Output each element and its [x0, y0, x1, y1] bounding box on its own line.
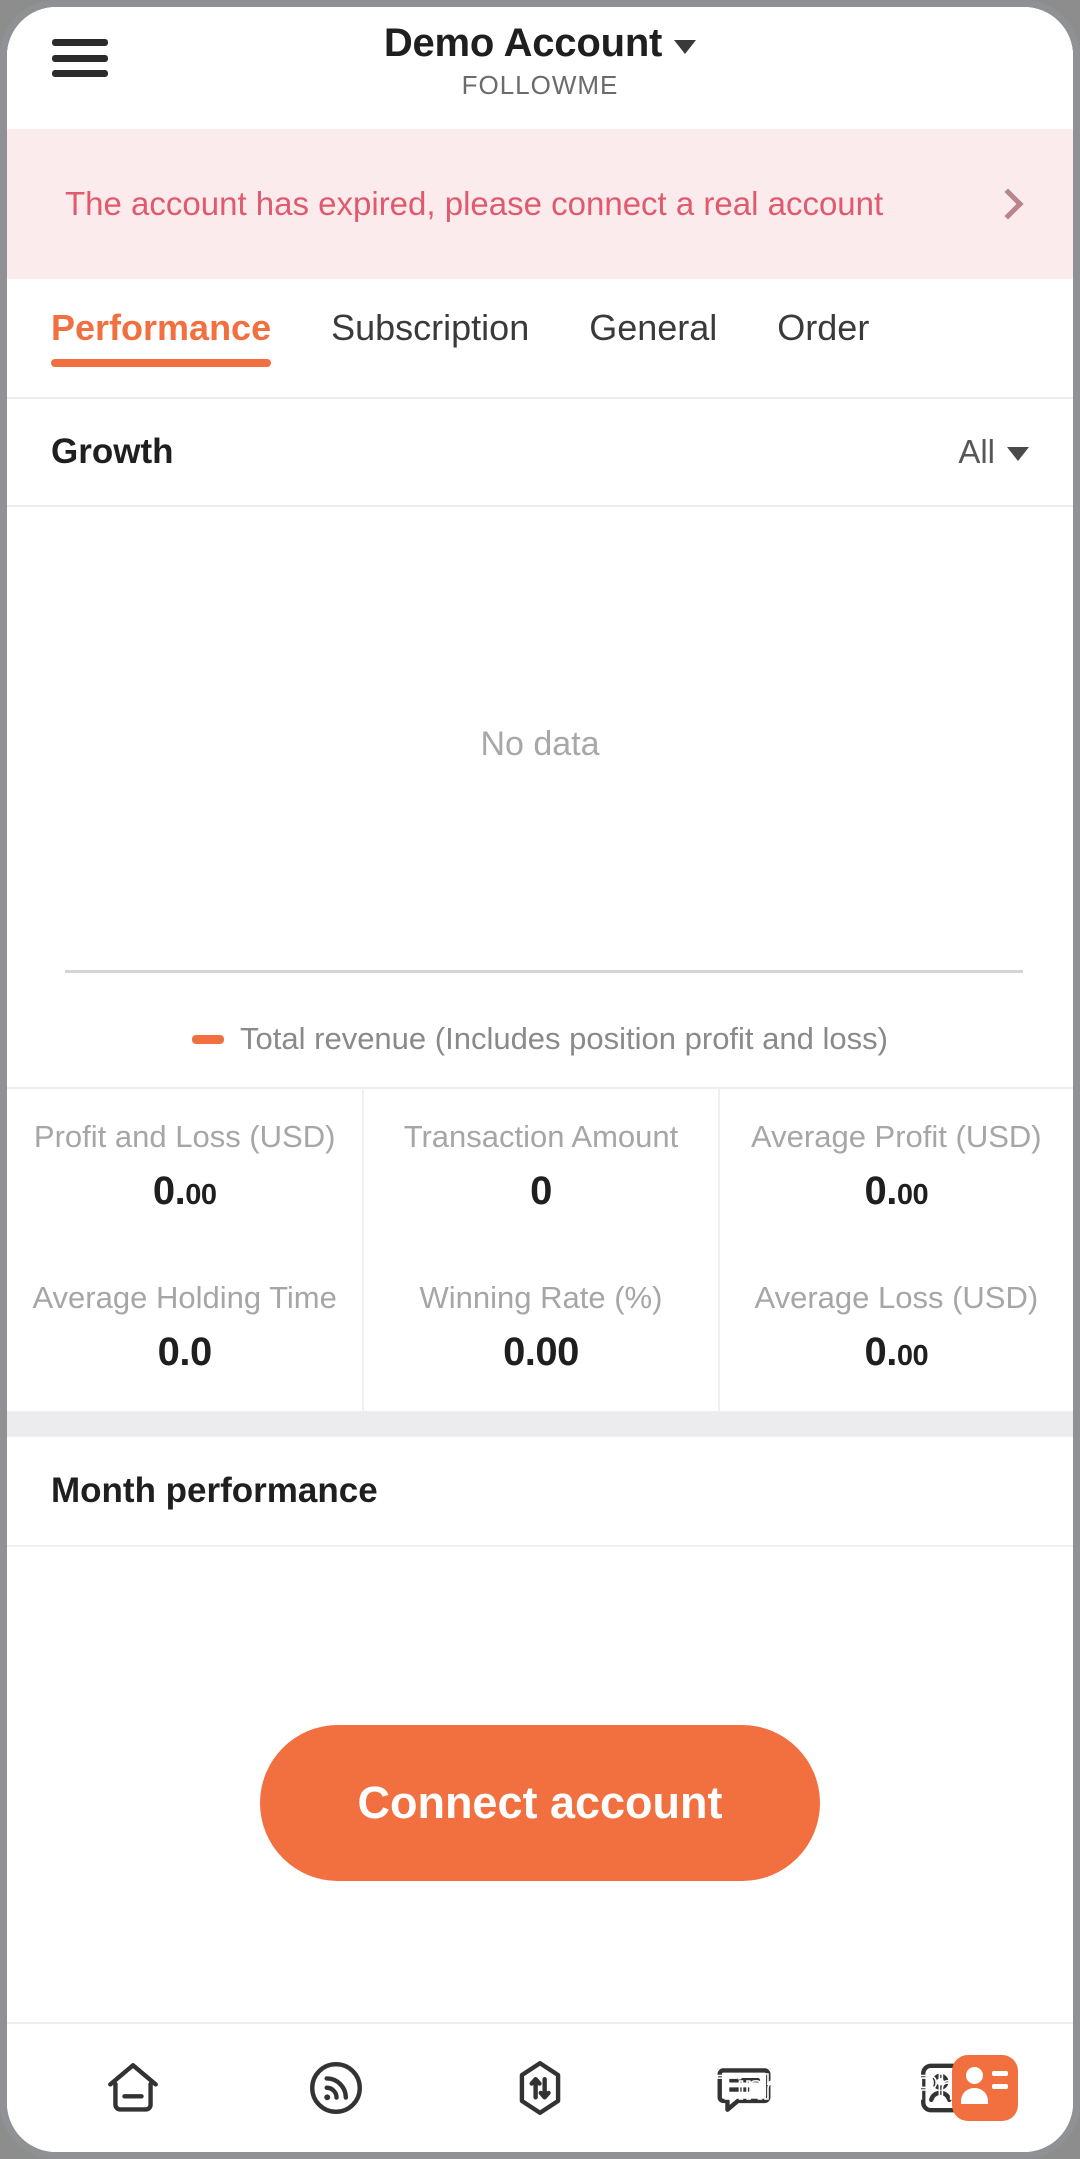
tab-label: General	[589, 307, 718, 348]
growth-range-filter[interactable]: All	[958, 433, 1029, 471]
stat-label: Transaction Amount	[403, 1119, 679, 1154]
tab-order[interactable]: Order	[777, 279, 869, 349]
tab-general[interactable]: General	[589, 279, 717, 349]
stat-label: Average Profit (USD)	[751, 1119, 1042, 1154]
banner-message: The account has expired, please connect …	[65, 185, 884, 223]
connect-account-button[interactable]: Connect account	[260, 1725, 820, 1881]
stat-label: Winning Rate (%)	[419, 1280, 663, 1315]
month-performance-title: Month performance	[51, 1471, 378, 1510]
section-divider	[7, 1411, 1073, 1437]
growth-chart-card: No data Total revenue (Includes position…	[7, 507, 1073, 1089]
legend-label: Total revenue (Includes position profit …	[240, 1021, 888, 1056]
tab-label: Subscription	[331, 307, 530, 348]
stat-value: 0.00	[864, 1169, 929, 1213]
performance-stats-grid: Profit and Loss (USD) 0.00 Transaction A…	[7, 1089, 1073, 1411]
stat-label: Average Holding Time	[32, 1280, 337, 1315]
chart-legend: Total revenue (Includes position profit …	[7, 1007, 1073, 1057]
account-switcher[interactable]: Demo Account FOLLOWME	[7, 21, 1073, 101]
chevron-down-icon[interactable]	[674, 39, 697, 54]
growth-header-row: Growth All	[7, 399, 1073, 507]
page-title: Demo Account	[383, 21, 663, 65]
chevron-right-icon[interactable]	[992, 188, 1024, 220]
stat-value: 0.00	[864, 1330, 929, 1374]
legend-color-swatch	[192, 1034, 225, 1044]
nav-home[interactable]	[73, 2038, 193, 2138]
stat-label: Average Loss (USD)	[754, 1280, 1039, 1315]
app-header: Demo Account FOLLOWME	[7, 7, 1073, 129]
growth-chart: No data	[7, 507, 1073, 1007]
tab-performance[interactable]: Performance	[51, 279, 272, 367]
chevron-down-icon[interactable]	[1007, 447, 1029, 461]
section-tabs[interactable]: Performance Subscription General Order	[7, 279, 1073, 399]
signal-broadcast-icon	[305, 2057, 367, 2119]
stat-value: 0	[530, 1169, 552, 1213]
nav-trade[interactable]	[480, 2038, 600, 2138]
stat-value: 0.00	[152, 1169, 217, 1213]
stat-value: 0.0	[157, 1330, 213, 1374]
tab-label: Order	[777, 307, 870, 348]
chart-empty-message: No data	[480, 725, 600, 763]
stat-profit-and-loss: Profit and Loss (USD) 0.00	[7, 1089, 362, 1250]
chat-message-icon	[713, 2057, 775, 2119]
stat-average-holding-time: Average Holding Time 0.0	[7, 1250, 362, 1411]
account-title-row[interactable]: Demo Account	[383, 21, 697, 66]
stat-average-profit: Average Profit (USD) 0.00	[717, 1089, 1073, 1250]
stat-winning-rate: Winning Rate (%) 0.00	[362, 1250, 717, 1411]
phone-frame: Demo Account FOLLOWME The account has ex…	[0, 0, 1080, 2159]
month-performance-header: Month performance	[7, 1437, 1073, 1547]
nav-profile[interactable]	[887, 2038, 1007, 2138]
stat-label: Profit and Loss (USD)	[33, 1119, 336, 1154]
expired-account-banner[interactable]: The account has expired, please connect …	[7, 129, 1073, 279]
trade-exchange-icon	[509, 2057, 571, 2119]
stat-value: 0.00	[503, 1330, 579, 1374]
home-icon	[102, 2057, 164, 2119]
profile-contacts-icon	[916, 2057, 978, 2119]
stat-average-loss: Average Loss (USD) 0.00	[717, 1250, 1073, 1411]
account-subtitle: FOLLOWME	[461, 70, 619, 100]
nav-messages[interactable]	[684, 2038, 804, 2138]
growth-title: Growth	[51, 432, 174, 471]
chart-x-axis	[65, 970, 1023, 973]
tab-label: Performance	[51, 307, 272, 348]
growth-range-value: All	[958, 433, 995, 470]
tab-subscription[interactable]: Subscription	[331, 279, 529, 349]
nav-signals[interactable]	[276, 2038, 396, 2138]
bottom-navigation[interactable]	[7, 2022, 1073, 2152]
stat-transaction-amount: Transaction Amount 0	[362, 1089, 717, 1250]
